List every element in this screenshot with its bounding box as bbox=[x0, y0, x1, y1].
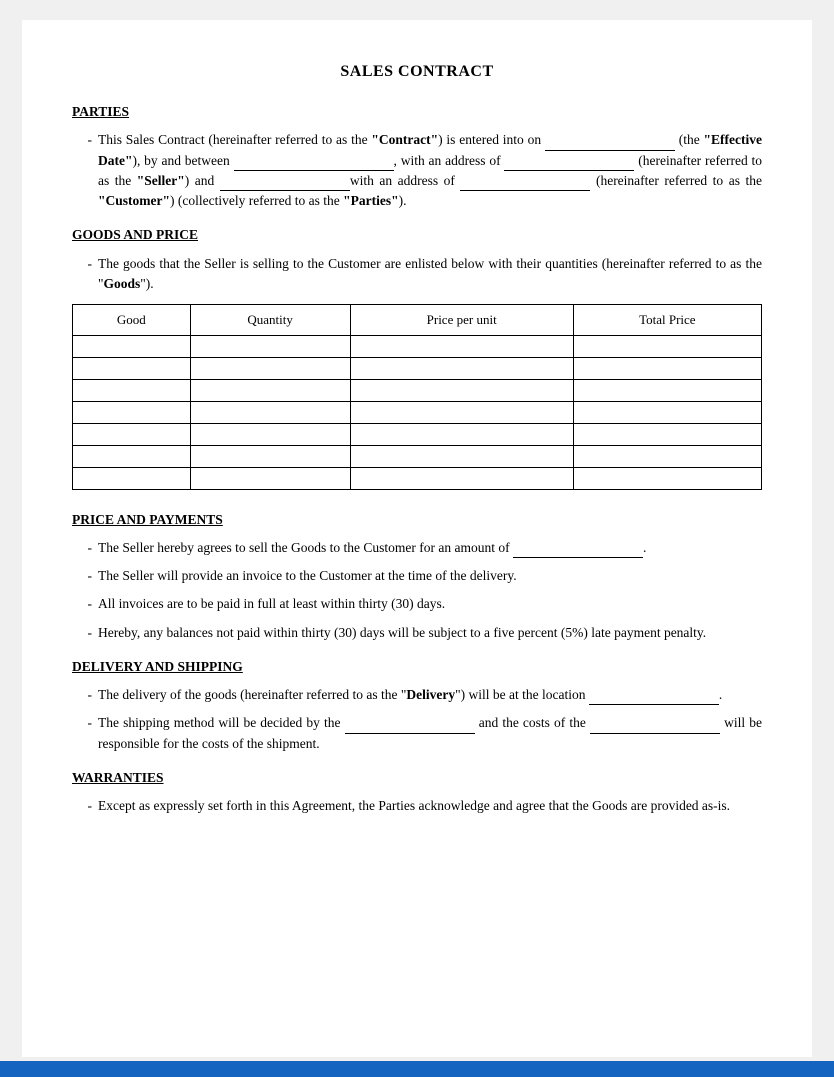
warranty-text-1: Except as expressly set forth in this Ag… bbox=[98, 796, 762, 816]
goods-table: Good Quantity Price per unit Total Price bbox=[72, 304, 762, 490]
bottom-bar bbox=[0, 1061, 834, 1077]
col-total-price: Total Price bbox=[573, 305, 761, 336]
delivery-item-2: - The shipping method will be decided by… bbox=[72, 713, 762, 754]
section-heading-price: PRICE AND PAYMENTS bbox=[72, 510, 762, 530]
document-body: SALES CONTRACT PARTIES - This Sales Cont… bbox=[22, 20, 812, 1057]
table-row bbox=[73, 401, 762, 423]
parties-paragraph: - This Sales Contract (hereinafter refer… bbox=[72, 130, 762, 211]
bullet-dash: - bbox=[72, 566, 92, 586]
col-quantity: Quantity bbox=[190, 305, 350, 336]
delivery-location-blank[interactable] bbox=[589, 691, 719, 705]
payment-item-1: - The Seller hereby agrees to sell the G… bbox=[72, 538, 762, 558]
customer-address-blank[interactable] bbox=[460, 177, 590, 191]
section-heading-goods: GOODS AND PRICE bbox=[72, 225, 762, 245]
table-row bbox=[73, 445, 762, 467]
bullet-dash: - bbox=[72, 685, 92, 705]
section-heading-warranties: WARRANTIES bbox=[72, 768, 762, 788]
goods-paragraph: - The goods that the Seller is selling t… bbox=[72, 254, 762, 295]
parties-text: This Sales Contract (hereinafter referre… bbox=[98, 130, 762, 211]
payment-item-3: - All invoices are to be paid in full at… bbox=[72, 594, 762, 614]
payment-text-1: The Seller hereby agrees to sell the Goo… bbox=[98, 538, 762, 558]
bullet-dash-goods: - bbox=[72, 254, 92, 295]
table-row bbox=[73, 357, 762, 379]
payment-text-3: All invoices are to be paid in full at l… bbox=[98, 594, 762, 614]
goods-text: The goods that the Seller is selling to … bbox=[98, 254, 762, 295]
bullet-dash: - bbox=[72, 538, 92, 558]
document-title: SALES CONTRACT bbox=[72, 60, 762, 84]
bullet-dash: - bbox=[72, 713, 92, 754]
seller-address-blank[interactable] bbox=[504, 157, 634, 171]
shipping-cost-blank[interactable] bbox=[590, 720, 720, 734]
col-good: Good bbox=[73, 305, 191, 336]
amount-blank[interactable] bbox=[513, 544, 643, 558]
bullet-dash: - bbox=[72, 130, 92, 211]
section-heading-delivery: DELIVERY AND SHIPPING bbox=[72, 657, 762, 677]
shipping-decider-blank[interactable] bbox=[345, 720, 475, 734]
warranty-item-1: - Except as expressly set forth in this … bbox=[72, 796, 762, 816]
bullet-dash: - bbox=[72, 594, 92, 614]
bullet-dash: - bbox=[72, 623, 92, 643]
bullet-dash: - bbox=[72, 796, 92, 816]
payment-text-4: Hereby, any balances not paid within thi… bbox=[98, 623, 762, 643]
payment-text-2: The Seller will provide an invoice to th… bbox=[98, 566, 762, 586]
table-row bbox=[73, 423, 762, 445]
col-price-per-unit: Price per unit bbox=[350, 305, 573, 336]
delivery-text-1: The delivery of the goods (hereinafter r… bbox=[98, 685, 762, 705]
contract-date-blank[interactable] bbox=[545, 137, 675, 151]
section-heading-parties: PARTIES bbox=[72, 102, 762, 122]
delivery-item-1: - The delivery of the goods (hereinafter… bbox=[72, 685, 762, 705]
payment-item-2: - The Seller will provide an invoice to … bbox=[72, 566, 762, 586]
seller-name-blank[interactable] bbox=[234, 157, 394, 171]
table-row bbox=[73, 335, 762, 357]
delivery-text-2: The shipping method will be decided by t… bbox=[98, 713, 762, 754]
table-row bbox=[73, 379, 762, 401]
payment-item-4: - Hereby, any balances not paid within t… bbox=[72, 623, 762, 643]
customer-name-blank[interactable] bbox=[220, 177, 350, 191]
table-row bbox=[73, 467, 762, 489]
